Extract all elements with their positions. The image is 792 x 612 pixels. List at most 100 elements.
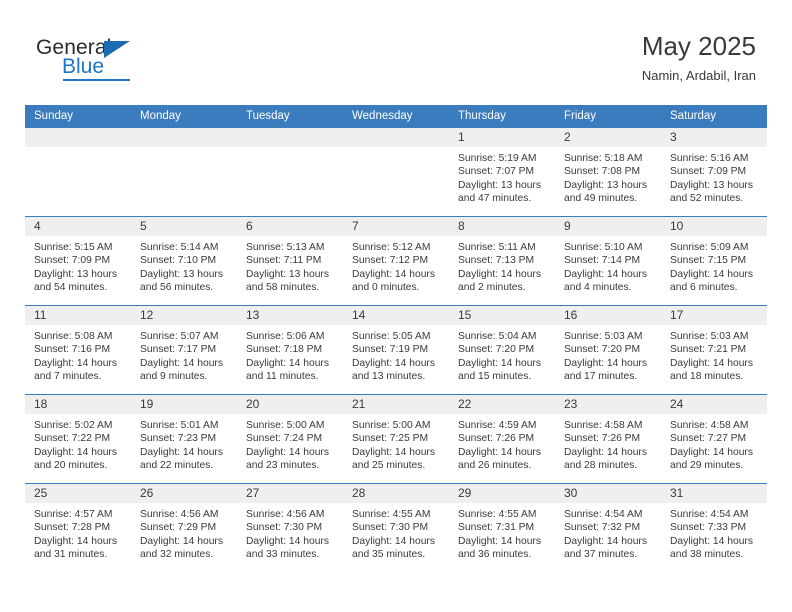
daylight-line2-text: and 11 minutes.	[246, 370, 319, 382]
day-sun-info: Sunrise: 5:11 AM Sunset: 7:13 PM Daylight:…	[449, 236, 555, 294]
calendar-day-cell[interactable]: 20 Sunrise: 5:00 AM Sunset: 7:24 PM Dayligh…	[237, 394, 343, 484]
calendar-week-row: 4 Sunrise: 5:15 AM Sunset: 7:09 PM Daylight…	[25, 216, 767, 306]
calendar-day-cell[interactable]: 30 Sunrise: 4:54 AM Sunset: 7:32 PM Dayligh…	[555, 483, 661, 572]
day-sun-info	[131, 147, 237, 152]
sunset-text: Sunset: 7:31 PM	[458, 522, 535, 534]
calendar-day-cell[interactable]: 19 Sunrise: 5:01 AM Sunset: 7:23 PM Dayligh…	[131, 394, 237, 484]
calendar-day-cell[interactable]: 6 Sunrise: 5:13 AM Sunset: 7:11 PM Daylight…	[237, 216, 343, 306]
calendar-week-row: 11 Sunrise: 5:08 AM Sunset: 7:16 PM Dayligh…	[25, 305, 767, 395]
day-sun-info: Sunrise: 4:56 AM Sunset: 7:30 PM Daylight:…	[237, 503, 343, 561]
calendar-day-cell[interactable]: 5 Sunrise: 5:14 AM Sunset: 7:10 PM Daylight…	[131, 216, 237, 306]
calendar-day-cell[interactable]: 31 Sunrise: 4:54 AM Sunset: 7:33 PM Dayligh…	[661, 483, 767, 572]
day-number: 13	[237, 306, 343, 325]
daylight-line2-text: and 6 minutes.	[670, 281, 738, 293]
calendar-day-cell[interactable]: 18 Sunrise: 5:02 AM Sunset: 7:22 PM Dayligh…	[25, 394, 131, 484]
day-number: 17	[661, 306, 767, 325]
calendar-day-cell[interactable]: 16 Sunrise: 5:03 AM Sunset: 7:20 PM Dayligh…	[555, 305, 661, 395]
sunrise-text: Sunrise: 4:55 AM	[458, 509, 537, 520]
calendar-day-cell[interactable]: 25 Sunrise: 4:57 AM Sunset: 7:28 PM Dayligh…	[25, 483, 131, 572]
daylight-line2-text: and 37 minutes.	[564, 548, 638, 560]
day-sun-info: Sunrise: 5:18 AM Sunset: 7:08 PM Daylight:…	[555, 147, 661, 205]
calendar-day-cell[interactable]: 11 Sunrise: 5:08 AM Sunset: 7:16 PM Dayligh…	[25, 305, 131, 395]
calendar-day-cell[interactable]: 26 Sunrise: 4:56 AM Sunset: 7:29 PM Dayligh…	[131, 483, 237, 572]
daylight-line1-text: Daylight: 13 hours	[34, 268, 117, 280]
calendar-day-cell[interactable]: 22 Sunrise: 4:59 AM Sunset: 7:26 PM Dayligh…	[449, 394, 555, 484]
calendar-day-cell[interactable]: 21 Sunrise: 5:00 AM Sunset: 7:25 PM Dayligh…	[343, 394, 449, 484]
daylight-line2-text: and 32 minutes.	[140, 548, 214, 560]
daylight-line2-text: and 47 minutes.	[458, 192, 532, 204]
calendar-day-cell[interactable]: 27 Sunrise: 4:56 AM Sunset: 7:30 PM Dayligh…	[237, 483, 343, 572]
calendar-day-cell[interactable]: 17 Sunrise: 5:03 AM Sunset: 7:21 PM Dayligh…	[661, 305, 767, 395]
day-number: 22	[449, 395, 555, 414]
sunset-text: Sunset: 7:28 PM	[34, 522, 111, 534]
calendar-day-cell[interactable]: 8 Sunrise: 5:11 AM Sunset: 7:13 PM Daylight…	[449, 216, 555, 306]
daylight-line1-text: Daylight: 14 hours	[670, 535, 753, 547]
daylight-line2-text: and 33 minutes.	[246, 548, 320, 560]
sunrise-text: Sunrise: 4:56 AM	[140, 509, 219, 520]
daylight-line2-text: and 31 minutes.	[34, 548, 108, 560]
calendar-day-cell[interactable]: 4 Sunrise: 5:15 AM Sunset: 7:09 PM Daylight…	[25, 216, 131, 306]
calendar-day-cell[interactable]: 12 Sunrise: 5:07 AM Sunset: 7:17 PM Dayligh…	[131, 305, 237, 395]
sunrise-text: Sunrise: 5:12 AM	[352, 242, 431, 253]
day-sun-info: Sunrise: 5:06 AM Sunset: 7:18 PM Daylight:…	[237, 325, 343, 383]
daylight-line1-text: Daylight: 14 hours	[458, 446, 541, 458]
calendar-day-cell[interactable]: 2 Sunrise: 5:18 AM Sunset: 7:08 PM Daylight…	[555, 127, 661, 217]
sunrise-text: Sunrise: 5:06 AM	[246, 331, 325, 342]
day-cell-inner	[25, 128, 131, 216]
sunset-text: Sunset: 7:25 PM	[352, 433, 429, 445]
calendar-body: 1 Sunrise: 5:19 AM Sunset: 7:07 PM Daylight…	[25, 127, 767, 572]
calendar-day-cell[interactable]: 24 Sunrise: 4:58 AM Sunset: 7:27 PM Dayligh…	[661, 394, 767, 484]
day-cell-inner: 5 Sunrise: 5:14 AM Sunset: 7:10 PM Daylight…	[131, 217, 237, 305]
day-cell-inner: 10 Sunrise: 5:09 AM Sunset: 7:15 PM Dayligh…	[661, 217, 767, 305]
calendar-day-cell[interactable]: 9 Sunrise: 5:10 AM Sunset: 7:14 PM Daylight…	[555, 216, 661, 306]
day-sun-info: Sunrise: 4:54 AM Sunset: 7:32 PM Daylight:…	[555, 503, 661, 561]
day-sun-info: Sunrise: 4:56 AM Sunset: 7:29 PM Daylight:…	[131, 503, 237, 561]
sunrise-text: Sunrise: 5:07 AM	[140, 331, 219, 342]
calendar-day-cell[interactable]: 29 Sunrise: 4:55 AM Sunset: 7:31 PM Dayligh…	[449, 483, 555, 572]
sunset-text: Sunset: 7:18 PM	[246, 344, 323, 356]
day-cell-inner	[237, 128, 343, 216]
day-sun-info: Sunrise: 4:55 AM Sunset: 7:31 PM Daylight:…	[449, 503, 555, 561]
day-number: 31	[661, 484, 767, 503]
calendar-day-cell[interactable]: 13 Sunrise: 5:06 AM Sunset: 7:18 PM Dayligh…	[237, 305, 343, 395]
day-cell-inner: 25 Sunrise: 4:57 AM Sunset: 7:28 PM Dayligh…	[25, 484, 131, 572]
day-number	[25, 128, 131, 147]
day-cell-inner	[131, 128, 237, 216]
day-sun-info	[343, 147, 449, 152]
daylight-line2-text: and 28 minutes.	[564, 459, 638, 471]
day-sun-info: Sunrise: 5:08 AM Sunset: 7:16 PM Daylight:…	[25, 325, 131, 383]
calendar-day-cell[interactable]: 14 Sunrise: 5:05 AM Sunset: 7:19 PM Dayligh…	[343, 305, 449, 395]
day-cell-inner: 16 Sunrise: 5:03 AM Sunset: 7:20 PM Dayligh…	[555, 306, 661, 394]
daylight-line1-text: Daylight: 14 hours	[34, 446, 117, 458]
day-number: 27	[237, 484, 343, 503]
calendar-day-cell[interactable]: 15 Sunrise: 5:04 AM Sunset: 7:20 PM Dayligh…	[449, 305, 555, 395]
day-number: 26	[131, 484, 237, 503]
day-sun-info: Sunrise: 4:57 AM Sunset: 7:28 PM Daylight:…	[25, 503, 131, 561]
calendar-week-row: 1 Sunrise: 5:19 AM Sunset: 7:07 PM Daylight…	[25, 127, 767, 217]
day-cell-inner: 26 Sunrise: 4:56 AM Sunset: 7:29 PM Dayligh…	[131, 484, 237, 572]
day-sun-info: Sunrise: 4:59 AM Sunset: 7:26 PM Daylight:…	[449, 414, 555, 472]
calendar-day-cell[interactable]: 23 Sunrise: 4:58 AM Sunset: 7:26 PM Dayligh…	[555, 394, 661, 484]
sunrise-text: Sunrise: 5:19 AM	[458, 153, 537, 164]
sunrise-text: Sunrise: 5:14 AM	[140, 242, 219, 253]
calendar-day-cell[interactable]: 1 Sunrise: 5:19 AM Sunset: 7:07 PM Daylight…	[449, 127, 555, 217]
calendar-day-cell[interactable]: 28 Sunrise: 4:55 AM Sunset: 7:30 PM Dayligh…	[343, 483, 449, 572]
day-sun-info: Sunrise: 5:03 AM Sunset: 7:20 PM Daylight:…	[555, 325, 661, 383]
day-cell-inner: 19 Sunrise: 5:01 AM Sunset: 7:23 PM Dayligh…	[131, 395, 237, 483]
calendar-day-cell[interactable]: 3 Sunrise: 5:16 AM Sunset: 7:09 PM Daylight…	[661, 127, 767, 217]
page-title: May 2025	[641, 31, 756, 61]
day-number: 25	[25, 484, 131, 503]
calendar-day-cell[interactable]: 10 Sunrise: 5:09 AM Sunset: 7:15 PM Dayligh…	[661, 216, 767, 306]
calendar-day-cell[interactable]: 7 Sunrise: 5:12 AM Sunset: 7:12 PM Daylight…	[343, 216, 449, 306]
calendar-empty-cell	[25, 127, 131, 217]
sunset-text: Sunset: 7:24 PM	[246, 433, 323, 445]
daylight-line2-text: and 2 minutes.	[458, 281, 526, 293]
weekday-header-saturday: Saturday	[661, 105, 767, 128]
sunset-text: Sunset: 7:30 PM	[246, 522, 323, 534]
daylight-line1-text: Daylight: 14 hours	[458, 535, 541, 547]
daylight-line2-text: and 29 minutes.	[670, 459, 744, 471]
daylight-line1-text: Daylight: 14 hours	[458, 357, 541, 369]
sunrise-text: Sunrise: 5:03 AM	[670, 331, 749, 342]
sunrise-text: Sunrise: 5:09 AM	[670, 242, 749, 253]
day-cell-inner: 7 Sunrise: 5:12 AM Sunset: 7:12 PM Daylight…	[343, 217, 449, 305]
